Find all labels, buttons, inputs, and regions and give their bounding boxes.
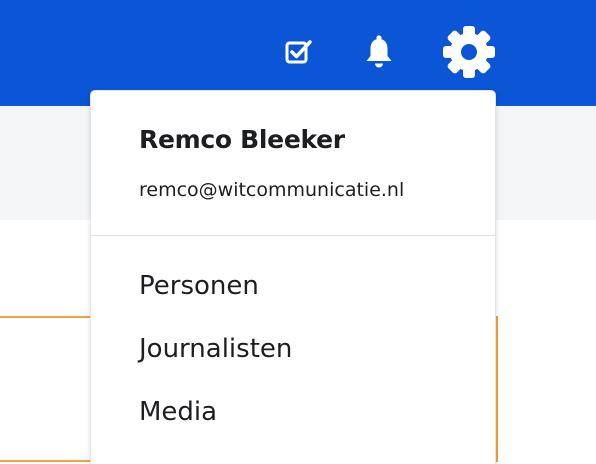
settings-button[interactable] bbox=[438, 21, 500, 83]
user-dropdown-menu: Remco Bleeker remco@witcommunicatie.nl P… bbox=[90, 90, 496, 464]
menu-divider bbox=[91, 235, 495, 236]
gear-icon bbox=[443, 26, 495, 78]
app-page: Remco Bleeker remco@witcommunicatie.nl P… bbox=[0, 0, 596, 464]
user-name: Remco Bleeker bbox=[139, 125, 345, 154]
notifications-button[interactable] bbox=[360, 33, 398, 71]
tasks-button[interactable] bbox=[282, 36, 316, 68]
user-email: remco@witcommunicatie.nl bbox=[139, 179, 405, 201]
menu-item-journalisten[interactable]: Journalisten bbox=[139, 334, 292, 364]
user-info: Remco Bleeker remco@witcommunicatie.nl bbox=[91, 91, 495, 236]
menu-item-media[interactable]: Media bbox=[139, 397, 217, 427]
menu-item-personen[interactable]: Personen bbox=[139, 271, 259, 301]
tasks-check-icon bbox=[285, 40, 312, 64]
bell-icon bbox=[366, 35, 392, 68]
